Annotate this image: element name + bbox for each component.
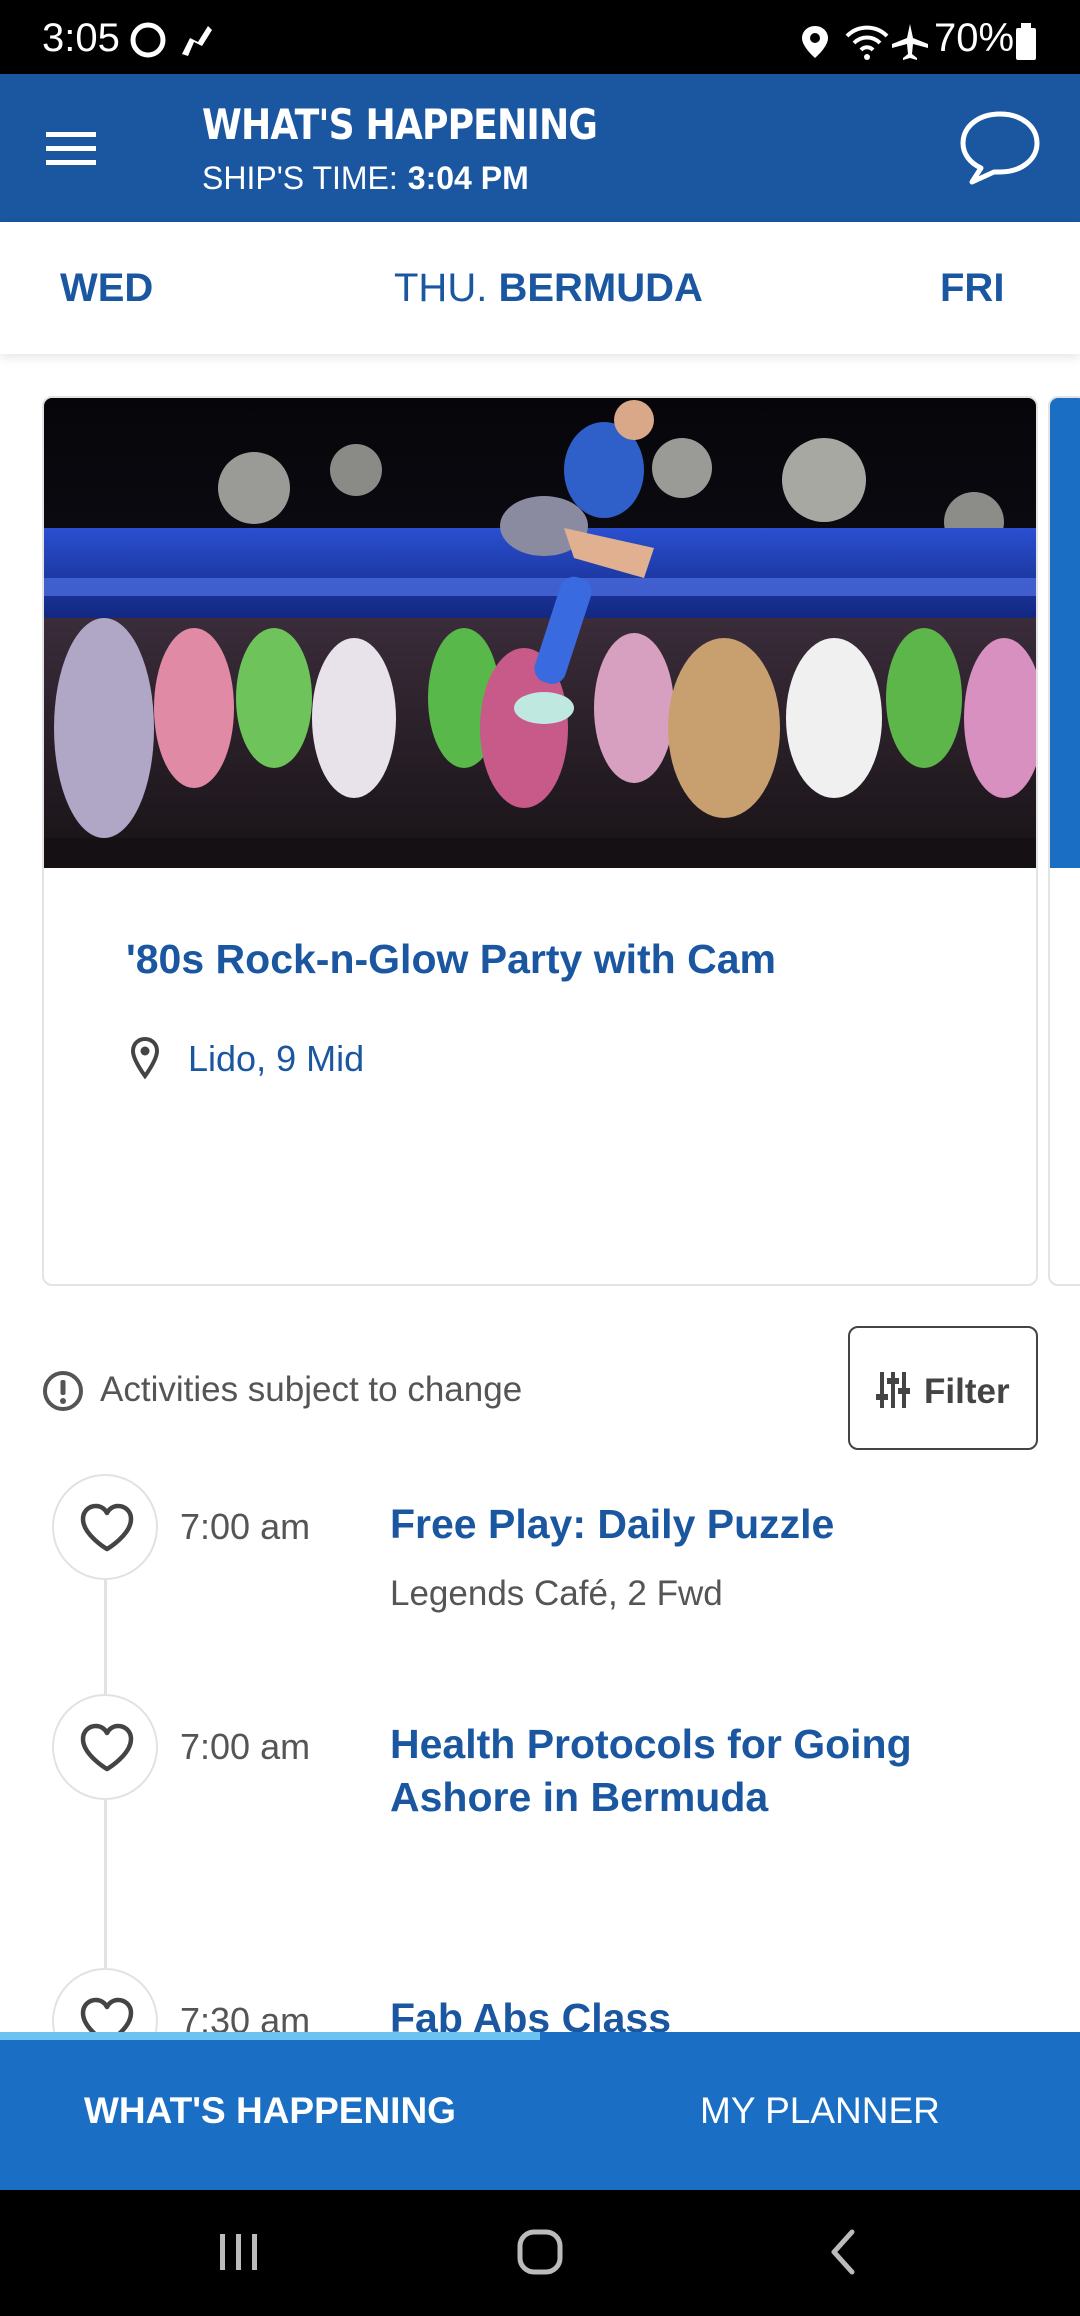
status-time: 3:05 [42,16,120,60]
battery-icon [1014,22,1038,67]
tab-wed[interactable]: WED [60,266,153,311]
app-header: WHAT'S HAPPENING SHIP'S TIME: 3:04 PM [0,74,1080,222]
recent-apps-icon[interactable] [218,2228,260,2281]
wifi-icon [844,22,890,67]
event-photo [44,398,1036,868]
ship-time-value: 3:04 PM [407,160,529,196]
back-icon[interactable] [826,2228,858,2281]
status-bar: 3:05 70% [0,0,1080,74]
circle-icon [128,20,168,65]
heart-icon[interactable] [52,1694,158,1800]
airplane-icon [890,22,930,67]
activity-time: 7:00 am [180,1726,311,1767]
filter-label: Filter [924,1372,1010,1411]
activity-time: 7:00 am [180,1506,311,1547]
featured-event-location: Lido, 9 Mid [188,1038,365,1079]
activities-notice: Activities subject to change [100,1370,523,1409]
home-icon[interactable] [516,2228,564,2281]
exclamation-circle-icon [42,1370,84,1412]
active-tab-indicator [0,2032,540,2040]
notification-icon [176,20,216,65]
ship-time-label: SHIP'S TIME: [202,160,398,196]
featured-event-card[interactable]: '80s Rock-n-Glow Party with Cam Lido, 9 … [42,396,1038,1286]
ship-time: SHIP'S TIME: 3:04 PM [202,160,529,197]
bottom-tab-bar: WHAT'S HAPPENING MY PLANNER [0,2032,1080,2190]
tab-my-planner[interactable]: MY PLANNER [700,2090,940,2132]
filter-button[interactable]: Filter [848,1326,1038,1450]
battery-percent: 70% [934,16,1015,60]
location-pin-icon [130,1036,160,1080]
sliders-icon [876,1370,910,1410]
activity-title[interactable]: Health Protocols for Going Ashore in Ber… [390,1718,1010,1824]
next-card-peek[interactable] [1048,396,1080,1286]
system-nav-bar [0,2190,1080,2316]
featured-event-title[interactable]: '80s Rock-n-Glow Party with Cam [126,936,776,983]
hamburger-icon[interactable] [44,124,98,172]
tab-thu-bermuda[interactable]: THU. BERMUDA [394,266,703,311]
location-icon [800,24,830,65]
chat-bubble-icon[interactable] [958,108,1042,188]
page-title: WHAT'S HAPPENING [202,100,598,149]
tab-thu-day: THU. [394,266,488,310]
tab-fri[interactable]: FRI [940,266,1004,311]
tab-thu-place: BERMUDA [498,266,703,310]
day-tabs: WED THU. BERMUDA FRI [0,222,1080,354]
heart-icon[interactable] [52,1474,158,1580]
activity-title[interactable]: Free Play: Daily Puzzle [390,1498,1010,1551]
tab-whats-happening[interactable]: WHAT'S HAPPENING [84,2090,456,2132]
activity-location: Legends Café, 2 Fwd [390,1574,723,1613]
next-card-image [1050,398,1080,868]
